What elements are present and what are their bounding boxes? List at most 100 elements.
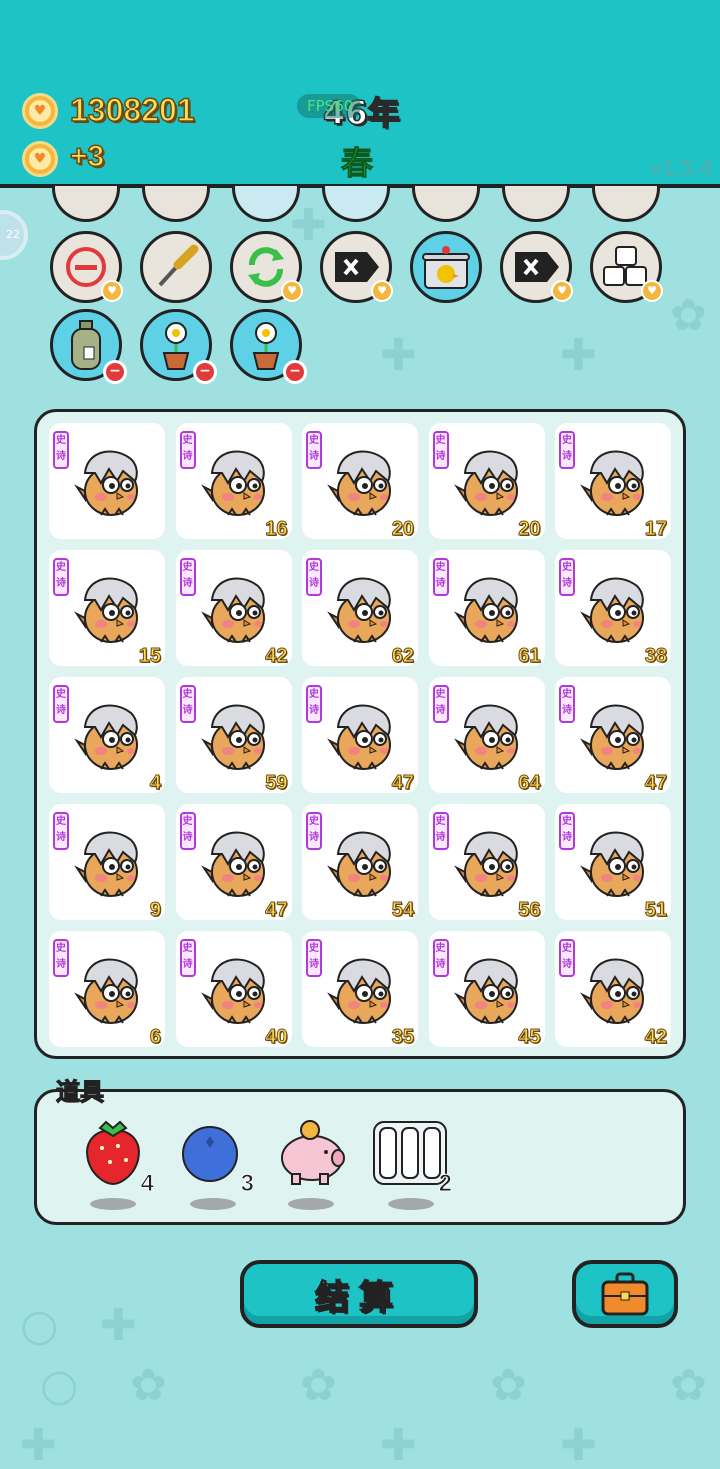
version-label: v1.5.4: [650, 156, 713, 180]
top-bar: ♥ 1308201 ♥ +3 46年 FPS60 春 v1.5.4: [0, 0, 720, 188]
cell-value: 64: [518, 772, 541, 795]
board-cell[interactable]: 史诗 47: [175, 804, 292, 922]
blueberry-icon: [182, 1126, 238, 1182]
circle-decor-icon: ○: [40, 1360, 79, 1411]
cell-value: 15: [138, 645, 161, 668]
rarity-tag: 史诗: [432, 685, 449, 723]
rarity-tag: 史诗: [53, 558, 69, 596]
board-cell[interactable]: 史诗 42: [175, 550, 292, 668]
relic-flower-pot[interactable]: −: [140, 309, 217, 384]
rarity-tag: 史诗: [306, 431, 322, 469]
rarity-tag: 史诗: [559, 812, 575, 850]
board-cell[interactable]: 史诗 17: [555, 423, 671, 541]
board-cell[interactable]: 史诗 62: [302, 550, 418, 668]
board-cell[interactable]: 史诗 6: [49, 931, 165, 1049]
remove-badge-icon[interactable]: −: [283, 360, 307, 384]
chick-character-icon: [200, 831, 265, 897]
chick-character-icon: [200, 450, 265, 516]
board-cell[interactable]: 史诗 51: [555, 804, 671, 922]
rarity-tag: 史诗: [432, 939, 449, 977]
relic-flower-pot[interactable]: −: [230, 309, 307, 384]
board-cell[interactable]: 史诗 40: [175, 931, 292, 1049]
income-counter: +3: [69, 139, 105, 174]
board-cell[interactable]: 史诗 42: [555, 931, 671, 1049]
board-cell[interactable]: 史诗 47: [302, 677, 418, 795]
chick-character-icon: [580, 577, 644, 643]
relic-slot-partial[interactable]: [322, 186, 390, 222]
coin-badge-icon: ♥: [641, 280, 663, 302]
relic-slot-partial[interactable]: [52, 186, 120, 222]
relic-delete[interactable]: ♥: [320, 231, 393, 303]
board-cell[interactable]: 史诗 54: [302, 804, 418, 922]
relic-refresh[interactable]: ♥: [230, 231, 303, 303]
cell-value: 40: [265, 1026, 288, 1049]
item-piggy-bank[interactable]: [272, 1118, 352, 1214]
cell-value: 4: [149, 772, 161, 795]
briefcase-icon: [601, 1272, 649, 1316]
plus-decor-icon: ✚: [560, 330, 597, 381]
inventory-bag-button[interactable]: [572, 1260, 678, 1328]
cell-value: 16: [265, 518, 288, 541]
cell-value: 47: [265, 899, 288, 922]
sugar-cubes-icon: [603, 246, 647, 286]
relic-slot-partial[interactable]: [502, 186, 570, 222]
remove-badge-icon[interactable]: −: [103, 360, 127, 384]
relic-duck-pot[interactable]: [410, 231, 482, 303]
chick-character-icon: [327, 704, 391, 770]
minus-circle-icon: [66, 247, 106, 287]
coin-badge-icon: ♥: [371, 280, 393, 302]
chick-character-icon: [327, 450, 391, 516]
cell-value: 9: [149, 899, 161, 922]
rarity-tag: 史诗: [559, 558, 575, 596]
cell-value: 35: [391, 1026, 414, 1049]
board-cell[interactable]: 史诗 56: [428, 804, 545, 922]
board-cell[interactable]: 史诗 38: [555, 550, 671, 668]
relic-screwdriver[interactable]: [140, 231, 212, 303]
board-cell[interactable]: 史诗 59: [175, 677, 292, 795]
item-blueberry[interactable]: 3: [174, 1118, 255, 1214]
side-timer-badge[interactable]: 22: [0, 210, 28, 260]
flower-decor-icon: ✿: [670, 290, 707, 341]
chick-character-icon: [580, 958, 644, 1024]
chick-character-icon: [580, 450, 644, 516]
board-cell[interactable]: 史诗 47: [555, 677, 671, 795]
relic-slot-partial[interactable]: [592, 186, 660, 222]
board-cell[interactable]: 史诗 64: [428, 677, 545, 795]
chick-character-icon: [327, 958, 391, 1024]
remove-badge-icon[interactable]: −: [193, 360, 217, 384]
cell-value: 20: [391, 518, 414, 541]
chick-character-icon: [200, 958, 265, 1024]
settle-button[interactable]: 结算: [240, 1260, 478, 1328]
cell-value: 45: [518, 1026, 541, 1049]
rarity-tag: 史诗: [179, 431, 196, 469]
board-cell[interactable]: 史诗 20: [428, 423, 545, 541]
board-cell[interactable]: 史诗 15: [49, 550, 165, 668]
board-cell[interactable]: 史诗 16: [175, 423, 292, 541]
relic-sugar-cubes[interactable]: ♥: [590, 231, 663, 303]
board-cell[interactable]: 史诗 20: [302, 423, 418, 541]
item-cage[interactable]: 2: [372, 1118, 453, 1214]
board-cell[interactable]: 史诗: [49, 423, 165, 539]
relic-slot-partial[interactable]: [142, 186, 210, 222]
chick-character-icon: [453, 577, 518, 643]
relic-delete[interactable]: ♥: [500, 231, 573, 303]
coin-badge-icon: ♥: [101, 280, 123, 302]
relic-minus[interactable]: ♥: [50, 231, 123, 303]
flower-decor-icon: ✿: [490, 1360, 527, 1411]
relic-slot-partial[interactable]: [412, 186, 480, 222]
rarity-tag: 史诗: [53, 939, 69, 977]
board-cell[interactable]: 史诗 61: [428, 550, 545, 668]
item-strawberry[interactable]: 4: [74, 1118, 155, 1214]
board-cell[interactable]: 史诗 35: [302, 931, 418, 1049]
cell-value: 61: [518, 645, 541, 668]
board-cell[interactable]: 史诗 45: [428, 931, 545, 1049]
board-cell[interactable]: 史诗 9: [49, 804, 165, 922]
piggy-bank-icon: [281, 1120, 345, 1185]
items-label: 道具: [55, 1077, 104, 1106]
relic-seed-bag[interactable]: −: [50, 309, 127, 384]
board-cell[interactable]: 史诗 4: [49, 677, 165, 795]
cell-value: 17: [644, 518, 667, 541]
rarity-tag: 史诗: [53, 812, 69, 850]
chick-character-icon: [200, 577, 265, 643]
strawberry-icon: [86, 1120, 140, 1186]
